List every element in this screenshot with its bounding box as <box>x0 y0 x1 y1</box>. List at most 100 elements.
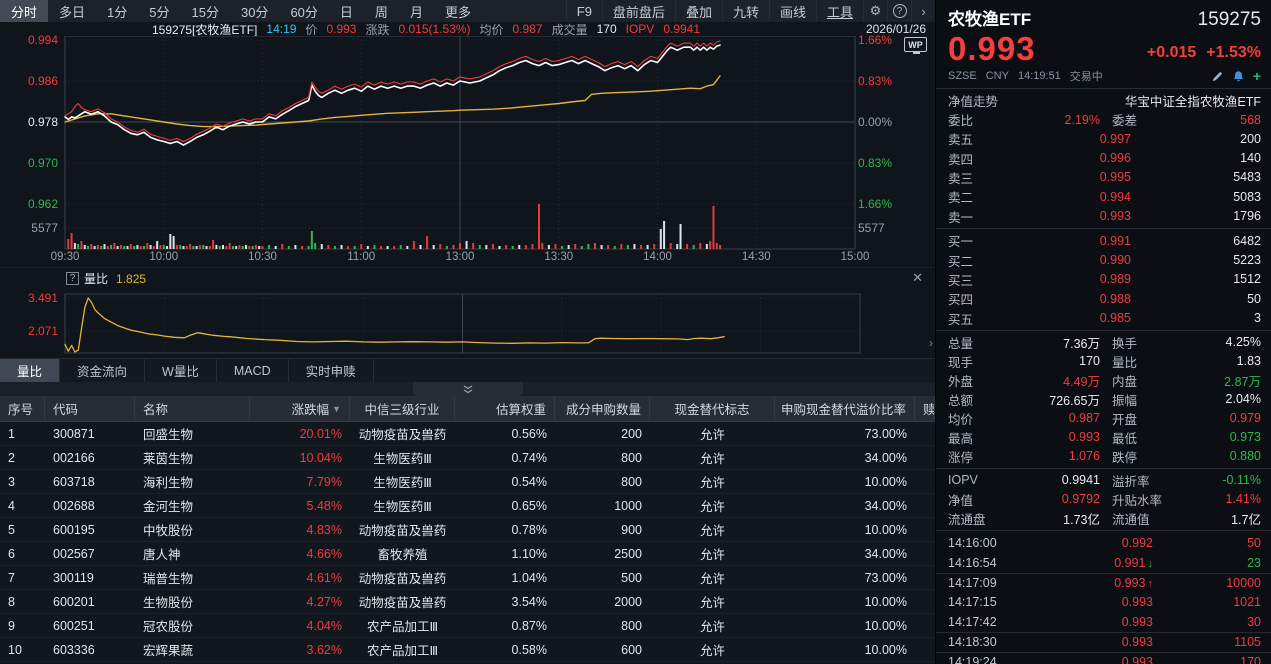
menu-item-tool-1[interactable]: 盘前盘后 <box>602 0 675 22</box>
table-header-cell[interactable]: 中信三级行业 <box>350 396 455 421</box>
avg-value: 0.987 <box>513 22 543 36</box>
table-header-cell[interactable]: 涨跌幅▼ <box>250 396 350 421</box>
menu-item-period-2[interactable]: 1分 <box>96 0 138 22</box>
ask-row-4[interactable]: 卖一0.9931796 <box>936 207 1271 226</box>
intraday-chart[interactable]: 0.9940.9860.9780.9700.96255771.66%0.83%0… <box>0 36 935 250</box>
level-label: 卖三 <box>948 168 990 187</box>
table-header-cell[interactable]: 现金替代标志 <box>650 396 775 421</box>
table-cell: 500 <box>555 571 650 585</box>
bid-row-3[interactable]: 买四0.98850 <box>936 289 1271 308</box>
header-label: 中信三级行业 <box>364 399 439 418</box>
scroll-right-icon[interactable]: › <box>929 336 933 350</box>
menu-item-tool-2[interactable]: 叠加 <box>675 0 722 22</box>
gear-icon[interactable]: ⚙ <box>863 0 887 22</box>
nav-label[interactable]: 净值走势 <box>948 91 998 110</box>
menu-item-tool-0[interactable]: F9 <box>566 0 602 22</box>
menu-item-period-1[interactable]: 多日 <box>48 0 96 22</box>
table-row[interactable]: 8600201生物股份4.27%动物疫苗及兽药3.54%2000允许10.00% <box>0 590 935 614</box>
bid-row-0[interactable]: 买一0.9916482 <box>936 231 1271 250</box>
menu-item-period-9[interactable]: 月 <box>399 0 434 22</box>
close-icon[interactable]: ✕ <box>912 270 923 286</box>
table-cell: 5.48% <box>250 499 350 513</box>
menu-item-period-3[interactable]: 5分 <box>138 0 180 22</box>
weicha-label: 委差 <box>1112 110 1176 129</box>
ask-row-1[interactable]: 卖四0.996140 <box>936 148 1271 167</box>
stat-value: -0.11% <box>1176 473 1261 487</box>
bid-row-1[interactable]: 买二0.9905223 <box>936 250 1271 269</box>
table-header-cell[interactable]: 申购现金替代溢价比率 <box>775 396 915 421</box>
menu-item-period-0[interactable]: 分时 <box>0 0 48 22</box>
table-cell: 002166 <box>45 451 135 465</box>
table-cell: 允许 <box>650 592 775 611</box>
table-row[interactable]: 9600251冠农股份4.04%农产品加工Ⅲ0.87%800允许10.00% <box>0 614 935 638</box>
tick-volume: 1021 <box>1153 595 1261 609</box>
header-label: 申购现金替代溢价比率 <box>781 399 906 418</box>
table-cell: 10.00% <box>775 523 915 537</box>
wp-monitor-icon[interactable]: WP <box>904 37 927 52</box>
menu-item-period-5[interactable]: 30分 <box>230 0 279 22</box>
collapse-table-button[interactable] <box>413 382 523 396</box>
level-price: 0.985 <box>990 311 1131 325</box>
subchart-header: ? 量比 1.825 <box>66 270 146 287</box>
table-row[interactable]: 2002166莱茵生物10.04%生物医药Ⅲ0.74%800允许34.00% <box>0 446 935 470</box>
table-header-cell[interactable]: 代码 <box>45 396 135 421</box>
iopv-section: IOPV0.9941溢折率-0.11%净值0.9792升贴水率1.41%流通盘1… <box>936 471 1271 528</box>
time-axis-label: 13:00 <box>446 251 475 263</box>
tick-price: 0.993↑ <box>1018 576 1153 590</box>
bid-row-2[interactable]: 买三0.9891512 <box>936 270 1271 289</box>
price-axis-label: 0.962 <box>0 197 58 211</box>
ask-row-0[interactable]: 卖五0.997200 <box>936 129 1271 148</box>
quote-header: 农牧渔ETF 159275 0.993 +0.015+1.53% SZSE CN… <box>936 0 1271 86</box>
ask-row-3[interactable]: 卖二0.9945083 <box>936 187 1271 206</box>
bid-row-4[interactable]: 买五0.9853 <box>936 309 1271 328</box>
iopv-label: IOPV <box>626 22 655 36</box>
tick-row-1: 14:16:540.991↓23 <box>936 553 1271 573</box>
table-cell: 农产品加工Ⅲ <box>350 616 455 635</box>
level-volume: 5483 <box>1131 170 1261 184</box>
expand-icon[interactable]: › <box>911 0 935 22</box>
stat-label: 外盘 <box>948 371 992 390</box>
sort-desc-icon: ▼ <box>332 404 341 414</box>
table-header-cell[interactable]: 赎 <box>915 396 935 421</box>
menu-item-tool-5[interactable]: 工具 <box>816 0 863 22</box>
liangbi-subchart-panel[interactable]: ? 量比 1.825 ✕ › 3.4912.071 <box>0 267 935 358</box>
intraday-chart-svg[interactable] <box>0 36 935 250</box>
menu-item-period-10[interactable]: 更多 <box>434 0 482 22</box>
level-price: 0.994 <box>990 190 1131 204</box>
table-row[interactable]: 3603718海利生物7.79%生物医药Ⅲ0.54%800允许10.00% <box>0 470 935 494</box>
trading-terminal: 分时多日1分5分15分30分60分日周月更多F9盘前盘后叠加九转画线工具⚙?› … <box>0 0 1271 664</box>
level-price: 0.988 <box>990 292 1131 306</box>
add-watchlist-icon[interactable]: + <box>1253 70 1261 83</box>
stat-value: 2.04% <box>1176 392 1261 406</box>
ask-row-2[interactable]: 卖三0.9955483 <box>936 168 1271 187</box>
table-row[interactable]: 10603336宏辉果蔬3.62%农产品加工Ⅲ0.58%600允许10.00% <box>0 638 935 662</box>
table-row[interactable]: 1300871回盛生物20.01%动物疫苗及兽药0.56%200允许73.00% <box>0 422 935 446</box>
table-header-cell[interactable]: 估算权重 <box>455 396 555 421</box>
table-row[interactable]: 4002688金河生物5.48%生物医药Ⅲ0.65%1000允许34.00% <box>0 494 935 518</box>
menu-item-period-4[interactable]: 15分 <box>181 0 230 22</box>
table-header-cell[interactable]: 名称 <box>135 396 250 421</box>
table-header-cell[interactable]: 序号 <box>0 396 45 421</box>
table-cell: 600 <box>555 643 650 657</box>
tick-volume: 50 <box>1153 536 1261 550</box>
table-cell: 畜牧养殖 <box>350 544 455 563</box>
menu-item-period-8[interactable]: 周 <box>364 0 399 22</box>
help-icon[interactable]: ? <box>66 272 79 285</box>
tick-volume: 10000 <box>1153 576 1261 590</box>
table-row[interactable]: 6002567唐人神4.66%畜牧养殖1.10%2500允许34.00% <box>0 542 935 566</box>
table-row[interactable]: 5600195中牧股份4.83%动物疫苗及兽药0.78%900允许10.00% <box>0 518 935 542</box>
volume-value: 170 <box>597 22 617 36</box>
menu-item-period-7[interactable]: 日 <box>329 0 364 22</box>
table-row[interactable]: 7300119瑞普生物4.61%动物疫苗及兽药1.04%500允许73.00% <box>0 566 935 590</box>
menu-item-tool-4[interactable]: 画线 <box>769 0 816 22</box>
edit-icon[interactable] <box>1211 70 1224 83</box>
stat-value: 170 <box>992 354 1100 368</box>
alert-bell-icon[interactable] <box>1232 70 1245 83</box>
menu-item-period-6[interactable]: 60分 <box>279 0 328 22</box>
table-header-cell[interactable]: 成分申购数量 <box>555 396 650 421</box>
menu-item-tool-3[interactable]: 九转 <box>722 0 769 22</box>
help-icon[interactable]: ? <box>887 0 911 22</box>
tick-price: 0.992 <box>1018 536 1153 550</box>
level-volume: 3 <box>1131 311 1261 325</box>
help-question-glyph: ? <box>893 4 907 18</box>
